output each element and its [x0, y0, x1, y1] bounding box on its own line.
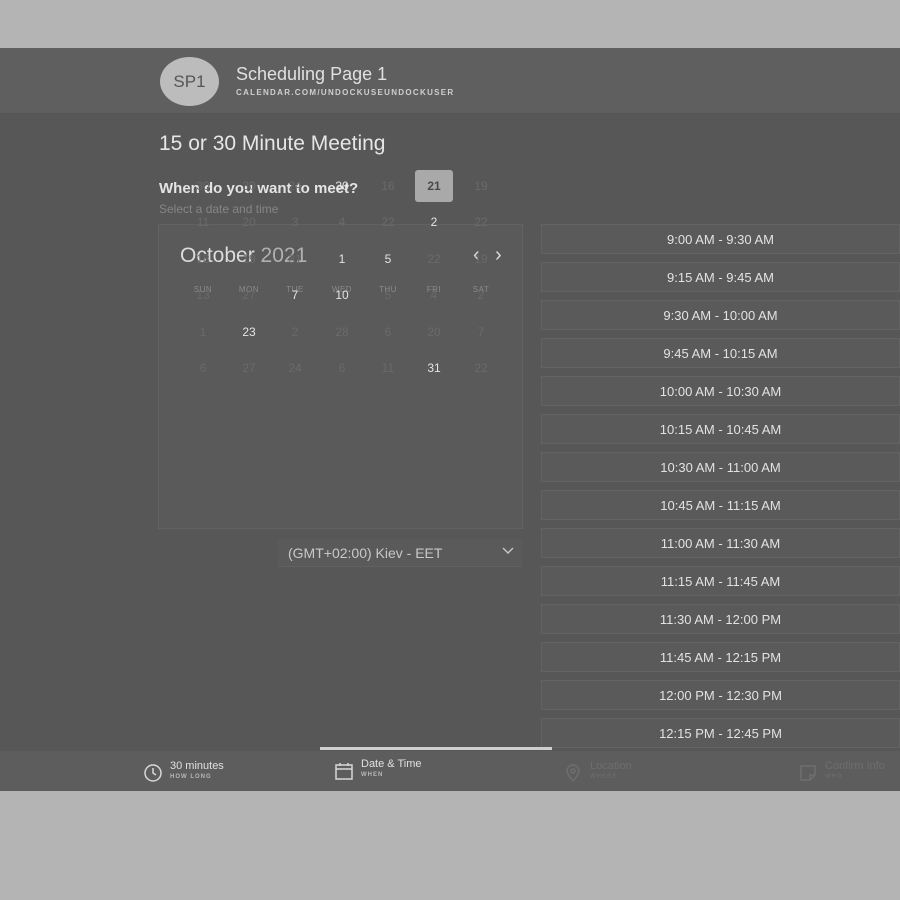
calendar-day: 22: [427, 252, 441, 266]
time-slot-button[interactable]: 11:30 AM - 12:00 PM: [541, 604, 900, 634]
step-sublabel: WHEN: [361, 772, 384, 778]
calendar-day: 3: [291, 215, 299, 229]
timezone-label: (GMT+02:00) Kiev - EET: [288, 545, 443, 561]
calendar-day: 2: [291, 325, 299, 339]
timezone-select[interactable]: (GMT+02:00) Kiev - EET: [278, 539, 522, 567]
calendar-day: 16: [381, 179, 395, 193]
scheduling-app: SP1 Scheduling Page 1 CALENDAR.COM/UNDOC…: [0, 48, 900, 791]
calendar-day: 18: [196, 252, 210, 266]
calendar-day: 19: [474, 252, 488, 266]
time-slot-button[interactable]: 12:00 PM - 12:30 PM: [541, 680, 900, 710]
calendar-day[interactable]: 30: [323, 170, 361, 202]
calendar-day: 22: [474, 361, 488, 375]
time-slot-button[interactable]: 11:00 AM - 11:30 AM: [541, 528, 900, 558]
time-slot-button[interactable]: 10:30 AM - 11:00 AM: [541, 452, 900, 482]
time-slot-button[interactable]: 9:30 AM - 10:00 AM: [541, 300, 900, 330]
step-label: Date & Time: [361, 758, 422, 770]
calendar-day: 30: [196, 179, 210, 193]
chevron-down-icon: [501, 543, 515, 560]
calendar-day: 30: [242, 179, 256, 193]
calendar-day: 1: [199, 325, 207, 339]
calendar-day: 22: [381, 215, 395, 229]
active-step-indicator: [320, 747, 552, 750]
step-sublabel: HOW LONG: [170, 774, 212, 780]
time-slot-button[interactable]: 10:00 AM - 10:30 AM: [541, 376, 900, 406]
time-slot-button[interactable]: 9:15 AM - 9:45 AM: [541, 262, 900, 292]
calendar-day[interactable]: 1: [323, 243, 361, 275]
step-label: Confirm Info: [825, 760, 885, 772]
step-bar: 30 minutes HOW LONG Date & Time WHEN Loc…: [0, 747, 900, 791]
calendar-day: 11: [196, 215, 210, 229]
calendar-day: 31: [288, 252, 302, 266]
step-label: Location: [590, 760, 632, 772]
time-slot-button[interactable]: 10:45 AM - 11:15 AM: [541, 490, 900, 520]
calendar-day[interactable]: 7: [276, 279, 314, 311]
note-icon: [798, 763, 818, 783]
calendar-day: 24: [288, 179, 302, 193]
calendar-day-selected[interactable]: 21: [415, 170, 453, 202]
calendar-day: 6: [338, 361, 346, 375]
calendar-day: 4: [430, 288, 438, 302]
page-name: Scheduling Page 1: [236, 64, 388, 84]
map-pin-icon: [563, 763, 583, 783]
calendar-day: 4: [338, 215, 346, 229]
time-slot-button[interactable]: 9:00 AM - 9:30 AM: [541, 224, 900, 254]
page-header: SP1 Scheduling Page 1 CALENDAR.COM/UNDOC…: [0, 48, 900, 114]
date-picker: October 2021 ‹ › SUN MON TUE WED THU FRI SAT 30…: [158, 170, 523, 529]
calendar-day: 2: [477, 288, 485, 302]
calendar-day: 11: [381, 361, 395, 375]
step-sublabel: WHO: [825, 774, 843, 780]
calendar-day: 27: [242, 288, 256, 302]
time-slot-button[interactable]: 11:45 AM - 12:15 PM: [541, 642, 900, 672]
calendar-day: 6: [199, 361, 207, 375]
time-slot-button[interactable]: 10:15 AM - 10:45 AM: [541, 414, 900, 444]
calendar-day: 20: [242, 215, 256, 229]
calendar-day: 13: [196, 288, 210, 302]
calendar-day[interactable]: 10: [323, 279, 361, 311]
calendar-day[interactable]: 31: [415, 352, 453, 384]
meeting-title: 15 or 30 Minute Meeting: [159, 132, 386, 155]
calendar-day: 22: [474, 215, 488, 229]
calendar-day: 19: [242, 252, 256, 266]
calendar-day[interactable]: 23: [230, 316, 268, 348]
calendar-day: 6: [384, 325, 392, 339]
time-slot-button[interactable]: 12:15 PM - 12:45 PM: [541, 718, 900, 748]
calendar-icon: [334, 761, 354, 781]
calendar-day: 19: [474, 179, 488, 193]
step-sublabel: WHERE: [590, 774, 618, 780]
step-label: 30 minutes: [170, 760, 224, 772]
calendar-day[interactable]: 2: [415, 206, 453, 238]
calendar-day: 27: [242, 361, 256, 375]
avatar: SP1: [160, 57, 219, 106]
calendar-day: 20: [427, 325, 441, 339]
calendar-day: 7: [477, 325, 485, 339]
page-url: CALENDAR.COM/UNDOCKUSEUNDOCKUSER: [236, 88, 455, 97]
calendar-day: 24: [288, 361, 302, 375]
calendar-day: 5: [384, 288, 392, 302]
calendar-day[interactable]: 5: [369, 243, 407, 275]
calendar-day: 28: [335, 325, 349, 339]
time-slot-button[interactable]: 9:45 AM - 10:15 AM: [541, 338, 900, 368]
clock-icon: [143, 763, 163, 783]
time-slot-button[interactable]: 11:15 AM - 11:45 AM: [541, 566, 900, 596]
